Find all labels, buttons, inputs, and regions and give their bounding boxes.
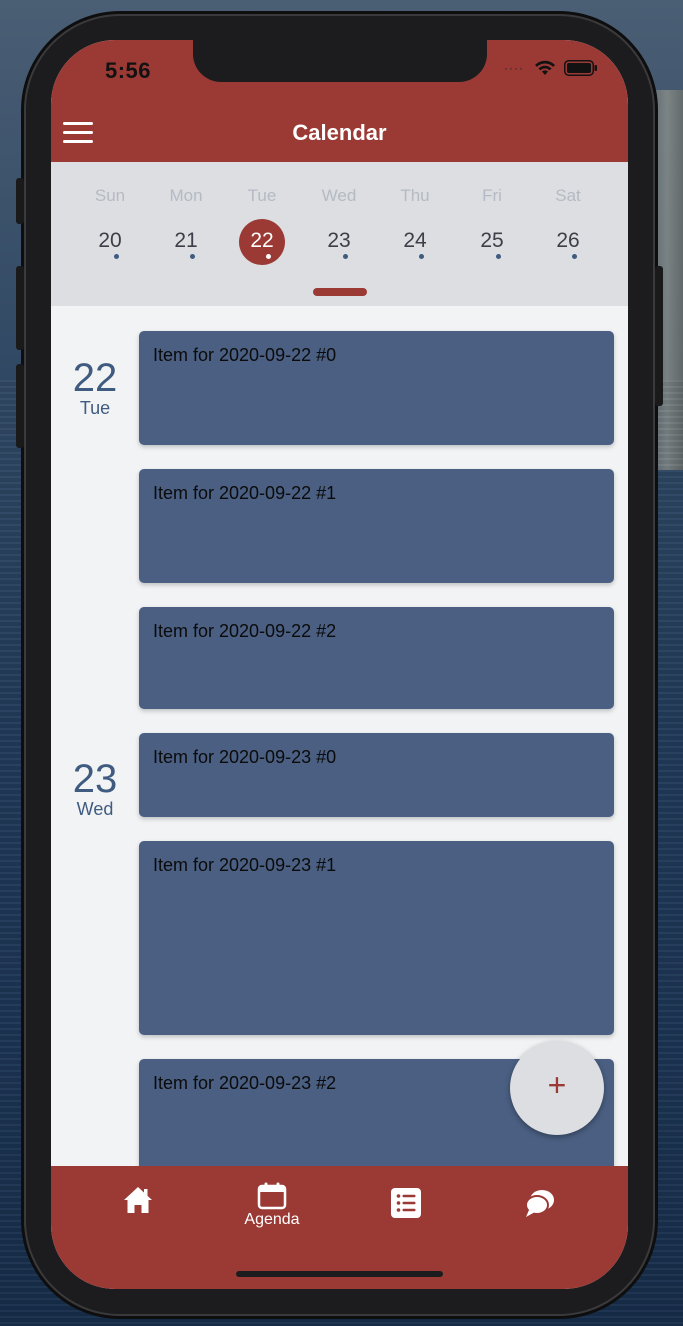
day-number: 24	[403, 229, 427, 252]
tab-label: Agenda	[244, 1211, 300, 1228]
home-icon	[66, 1186, 210, 1214]
agenda-day-number: 23	[72, 757, 118, 801]
agenda-item-text: Item for 2020-09-23 #1	[153, 855, 337, 875]
day-name: Mon	[169, 186, 203, 205]
day-name: Thu	[400, 186, 430, 205]
status-time: 5:56	[105, 58, 152, 83]
agenda-day-number: 22	[72, 356, 118, 400]
agenda-list[interactable]: 22 Tue Item for 2020-09-22 #0 Item for 2…	[51, 306, 628, 1166]
chat-icon	[468, 1188, 612, 1218]
week-strip: Sun 20 Mon 21 Tue 22 Wed 23 Thu 24 Fri 2…	[51, 162, 628, 306]
calendar-expand-handle[interactable]	[313, 288, 367, 296]
agenda-item-text: Item for 2020-09-22 #1	[153, 483, 337, 503]
app-header: 5:56 ···· Calendar	[51, 40, 628, 162]
volume-up-button	[16, 266, 24, 350]
day-fri[interactable]: Fri 25	[462, 162, 522, 306]
tab-chat[interactable]	[468, 1166, 612, 1246]
mute-switch	[16, 178, 24, 224]
event-dot	[419, 254, 424, 259]
home-indicator[interactable]	[236, 1271, 443, 1277]
agenda-item[interactable]: Item for 2020-09-22 #0	[139, 331, 614, 445]
notch	[193, 40, 487, 82]
day-mon[interactable]: Mon 21	[156, 162, 216, 306]
agenda-item[interactable]: Item for 2020-09-22 #2	[139, 607, 614, 709]
agenda-item-text: Item for 2020-09-23 #0	[153, 747, 337, 767]
plus-icon: +	[547, 1067, 567, 1103]
day-number: 23	[327, 229, 351, 252]
page-title: Calendar	[292, 120, 387, 145]
day-name: Wed	[321, 186, 357, 205]
day-wed[interactable]: Wed 23	[309, 162, 369, 306]
day-name: Sun	[94, 186, 126, 205]
add-event-button[interactable]: +	[510, 1041, 604, 1135]
calendar-icon	[200, 1182, 344, 1210]
day-number: 25	[480, 229, 504, 252]
day-number: 21	[174, 229, 198, 252]
volume-down-button	[16, 364, 24, 448]
agenda-item-text: Item for 2020-09-22 #0	[153, 345, 337, 365]
battery-icon	[564, 60, 598, 76]
agenda-day-name: Tue	[79, 398, 111, 418]
selected-day-circle: 22	[239, 219, 285, 265]
status-icons: ····	[504, 60, 598, 76]
day-number: 26	[556, 229, 580, 252]
wifi-icon	[534, 60, 556, 76]
agenda-item-text: Item for 2020-09-22 #2	[153, 621, 337, 641]
cellular-dots: ····	[504, 61, 524, 75]
day-name: Sat	[555, 186, 581, 205]
agenda-item-text: Item for 2020-09-23 #2	[153, 1073, 337, 1093]
event-dot	[266, 254, 271, 259]
tab-home[interactable]	[66, 1166, 210, 1246]
event-dot	[343, 254, 348, 259]
agenda-item[interactable]: Item for 2020-09-23 #0	[139, 733, 614, 817]
event-dot	[114, 254, 119, 259]
day-tue[interactable]: Tue 22	[232, 162, 292, 306]
day-sun[interactable]: Sun 20	[80, 162, 140, 306]
event-dot	[190, 254, 195, 259]
agenda-day-name: Wed	[76, 799, 114, 819]
list-icon	[334, 1188, 478, 1218]
day-sat[interactable]: Sat 26	[538, 162, 598, 306]
app-screen: 5:56 ···· Calendar Sun 20 Mon 21 Tue 22 …	[51, 40, 628, 1289]
day-name: Fri	[482, 186, 502, 205]
agenda-item[interactable]: Item for 2020-09-23 #1	[139, 841, 614, 1035]
event-dot	[496, 254, 501, 259]
agenda-day-label: 23 Wed	[63, 759, 127, 819]
day-number: 22	[250, 229, 274, 252]
agenda-item[interactable]: Item for 2020-09-22 #1	[139, 469, 614, 583]
day-number: 20	[98, 229, 122, 252]
agenda-day-label: 22 Tue	[63, 358, 127, 418]
event-dot	[572, 254, 577, 259]
tab-list[interactable]	[334, 1166, 478, 1246]
day-thu[interactable]: Thu 24	[385, 162, 445, 306]
tab-agenda[interactable]: Agenda	[200, 1166, 344, 1246]
day-name: Tue	[247, 186, 277, 205]
power-button	[655, 266, 663, 406]
